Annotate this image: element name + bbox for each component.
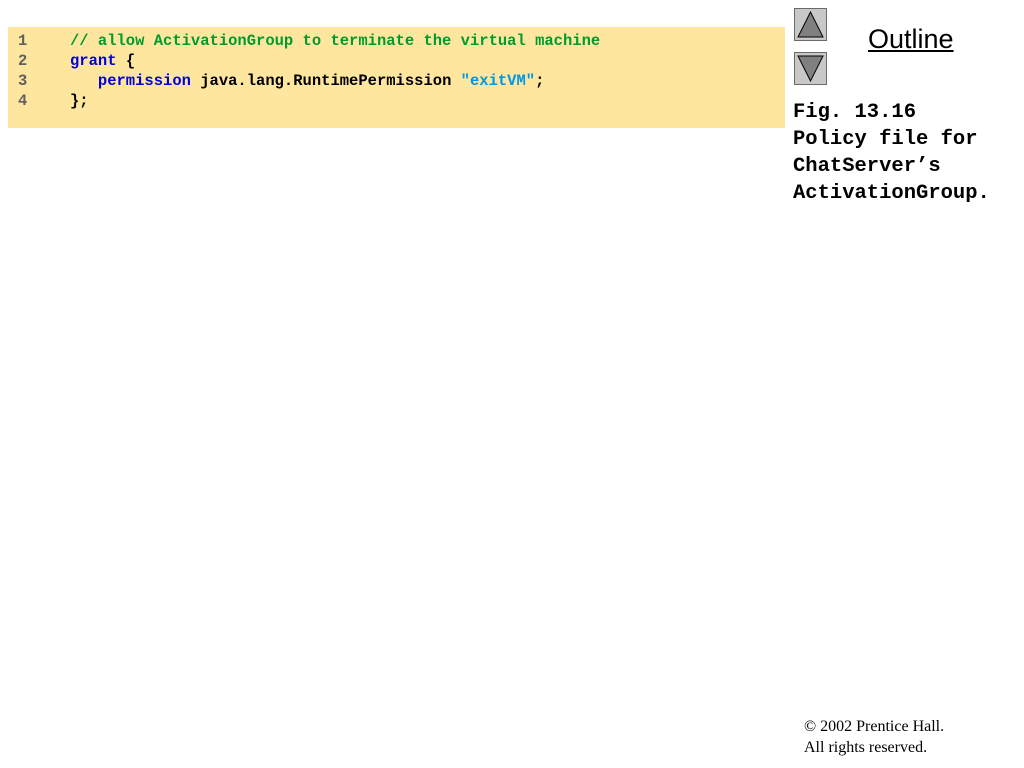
- code-token-plain: {: [116, 52, 136, 70]
- line-code: permission java.lang.RuntimePermission "…: [70, 71, 545, 91]
- code-token-plain: };: [70, 92, 89, 110]
- outline-link[interactable]: Outline: [868, 24, 954, 55]
- line-number: 2: [18, 52, 28, 70]
- caption-line: Policy file for: [793, 128, 978, 151]
- triangle-up-icon: [797, 10, 824, 38]
- triangle-down-icon: [797, 55, 824, 83]
- code-token-plain: ;: [535, 72, 545, 90]
- code-token-string: "exitVM": [460, 72, 536, 90]
- code-line: 1 // allow ActivationGroup to terminate t…: [8, 31, 785, 51]
- caption-line: ActivationGroup.: [793, 182, 990, 205]
- figure-caption: Fig. 13.16 Policy file for ChatServer’s …: [793, 99, 1021, 207]
- copyright-line: All rights reserved.: [804, 739, 928, 756]
- code-token-keyword: permission: [97, 72, 191, 90]
- code-line: 3 permission java.lang.RuntimePermission…: [8, 71, 785, 91]
- line-number: 4: [18, 92, 28, 110]
- previous-slide-button[interactable]: [794, 8, 827, 41]
- code-listing: 1 // allow ActivationGroup to terminate t…: [8, 27, 785, 128]
- next-slide-button[interactable]: [794, 52, 827, 85]
- code-line: 2 grant {: [8, 51, 785, 71]
- code-line: 4};: [8, 91, 785, 111]
- line-number: 1: [18, 32, 28, 50]
- copyright-line: © 2002 Prentice Hall.: [804, 718, 945, 735]
- line-code: grant {: [70, 51, 135, 71]
- code-token-keyword: grant: [70, 52, 117, 70]
- copyright-notice: © 2002 Prentice Hall. All rights reserve…: [804, 716, 944, 758]
- code-token-comment: // allow ActivationGroup to terminate th…: [70, 32, 601, 50]
- line-code: };: [70, 91, 89, 111]
- line-number: 3: [18, 72, 28, 90]
- caption-line: Fig. 13.16: [793, 101, 917, 124]
- line-code: // allow ActivationGroup to terminate th…: [70, 31, 600, 51]
- code-token-plain: java.lang.RuntimePermission: [190, 72, 461, 90]
- caption-line: ChatServer’s: [793, 155, 941, 178]
